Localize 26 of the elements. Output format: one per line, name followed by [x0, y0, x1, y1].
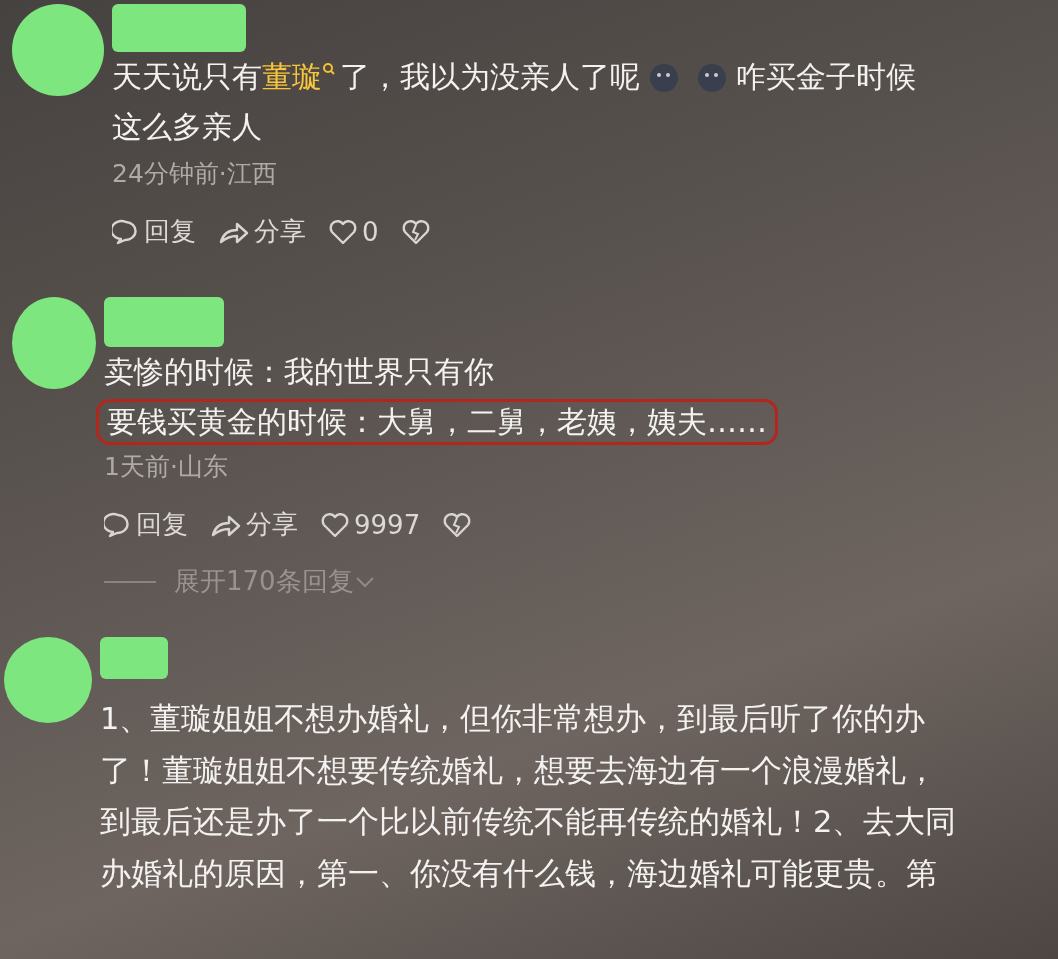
heart-icon: [320, 510, 350, 539]
comment-text: 卖惨的时候：我的世界只有你: [104, 353, 494, 391]
broken-heart-icon: [400, 217, 431, 246]
like-button[interactable]: 0: [328, 216, 379, 247]
broken-heart-icon: [442, 510, 473, 539]
speech-bubble-icon: [112, 217, 140, 246]
keyword-link[interactable]: 董璇: [262, 52, 322, 102]
comment-text: 办婚礼的原因，第一、你没有什么钱，海边婚礼可能更贵。第: [100, 854, 937, 893]
heart-icon: [328, 217, 358, 246]
share-button[interactable]: 分享: [210, 507, 298, 542]
like-button[interactable]: 9997: [320, 509, 421, 540]
comment-meta: 1天前·山东: [104, 451, 229, 483]
comment-text: 这么多亲人: [112, 108, 262, 146]
comment-text: 1、董璇姐姐不想办婚礼，但你非常想办，到最后听了你的办: [100, 700, 926, 738]
dislike-button[interactable]: [442, 510, 473, 539]
dislike-button[interactable]: [400, 217, 431, 246]
comment-text: 要钱买黄金的时候：大舅，二舅，老姨，姨夫……: [107, 403, 767, 441]
share-button[interactable]: 分享: [218, 214, 306, 249]
comment-text: 天天说只有董璇 了，我以为没亲人了呢 咋买金子时候: [112, 52, 916, 102]
comment-meta: 24分钟前·江西: [112, 158, 278, 190]
reply-button[interactable]: 回复: [112, 214, 196, 249]
comment-text: 到最后还是办了一个比以前传统不能再传统的婚礼！2、去大同: [100, 803, 957, 841]
redacted-username: [100, 637, 168, 679]
speech-bubble-icon: [104, 510, 132, 539]
comment-text: 了！董璇姐姐不想要传统婚礼，想要去海边有一个浪漫婚礼，: [100, 751, 937, 790]
reply-button[interactable]: 回复: [104, 507, 188, 542]
